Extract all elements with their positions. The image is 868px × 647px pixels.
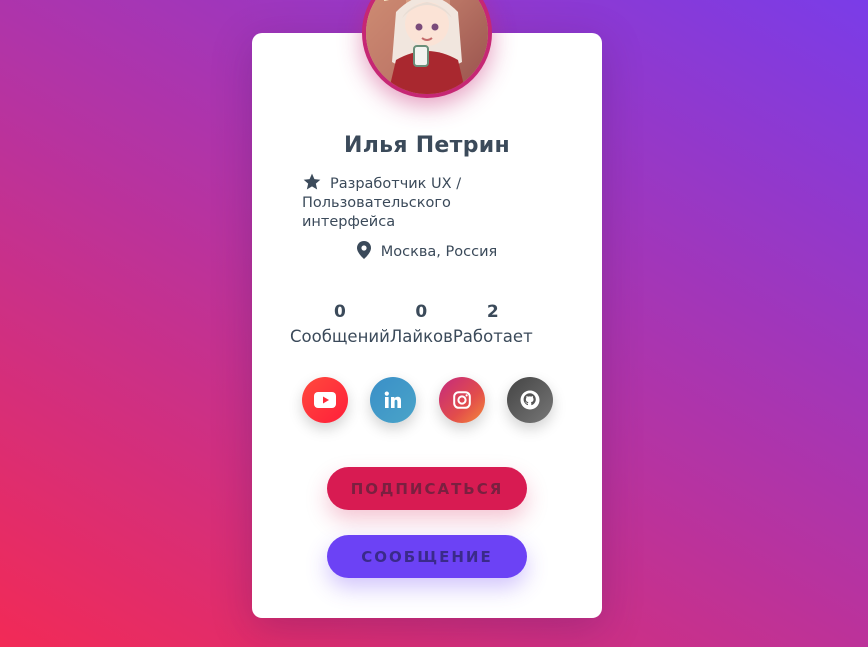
stat-works: 2 Работает xyxy=(453,300,533,349)
profile-role-text: Разработчик UX / Пользовательского интер… xyxy=(302,176,462,230)
stat-likes: 0 Лайков xyxy=(390,300,453,349)
stat-label: Работает xyxy=(452,327,533,346)
linkedin-link[interactable] xyxy=(370,377,416,423)
profile-location-text: Москва, Россия xyxy=(380,244,498,260)
message-button[interactable]: СООБЩЕНИЕ xyxy=(327,535,527,578)
stat-value: 0 xyxy=(415,302,428,322)
star-icon xyxy=(303,173,321,190)
location-pin-icon xyxy=(356,241,371,259)
subscribe-button[interactable]: ПОДПИСАТЬСЯ xyxy=(327,467,527,510)
profile-name: Илья Петрин xyxy=(344,133,510,158)
instagram-icon xyxy=(453,391,471,409)
stat-label: Сообщений xyxy=(290,327,390,346)
youtube-icon xyxy=(314,392,336,408)
profile-location: Москва, Россия xyxy=(252,241,602,260)
profile-role: Разработчик UX / Пользовательского интер… xyxy=(302,172,542,232)
profile-stats: 0 Сообщений 0 Лайков 2 Работает xyxy=(290,300,580,349)
github-link[interactable] xyxy=(507,377,553,423)
stat-messages: 0 Сообщений xyxy=(290,300,390,349)
github-icon xyxy=(520,390,540,410)
youtube-link[interactable] xyxy=(302,377,348,423)
instagram-link[interactable] xyxy=(439,377,485,423)
stat-value: 2 xyxy=(486,302,499,322)
stat-label: Лайков xyxy=(389,327,453,346)
stat-value: 0 xyxy=(333,302,346,322)
linkedin-icon xyxy=(384,391,401,408)
